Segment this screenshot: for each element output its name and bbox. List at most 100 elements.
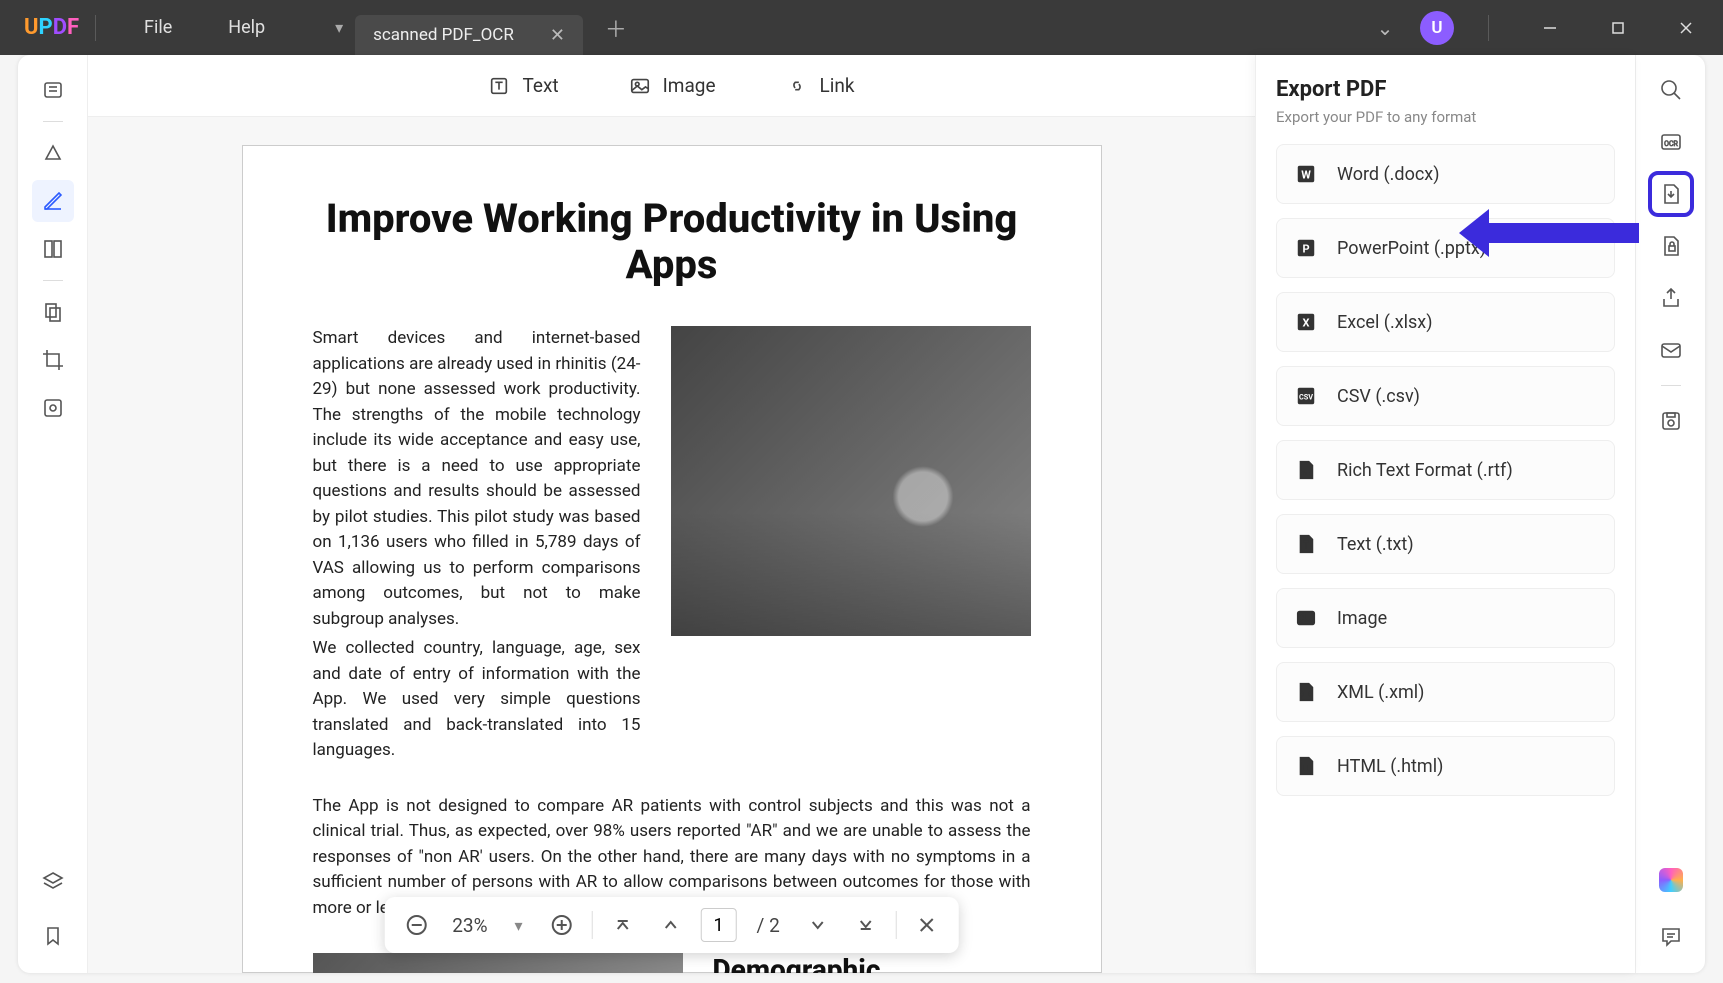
export-image-label: Image <box>1337 608 1387 629</box>
protect-icon[interactable] <box>1650 225 1692 267</box>
link-tool-button[interactable]: Link <box>786 74 855 97</box>
separator <box>592 911 593 939</box>
reader-mode-icon[interactable] <box>32 69 74 111</box>
close-bar-button[interactable] <box>909 907 945 943</box>
svg-text:P: P <box>1302 243 1309 256</box>
edit-toolbar: Text Image Link <box>88 55 1255 117</box>
crop-icon[interactable] <box>32 339 74 381</box>
first-page-button[interactable] <box>605 907 641 943</box>
txt-icon <box>1293 531 1319 557</box>
rtf-icon: RTF <box>1293 457 1319 483</box>
tab-dropdown[interactable]: ▾ <box>323 10 355 46</box>
doc-heading-2: Demographic Characteristics <box>713 953 1031 973</box>
highlight-icon[interactable] <box>32 132 74 174</box>
separator <box>43 280 63 281</box>
zoom-value: 23% <box>446 914 493 937</box>
comment-icon[interactable] <box>1650 915 1692 957</box>
page-controls-bar: 23% ▾ / 2 <box>384 897 959 953</box>
ai-assistant-icon[interactable] <box>1650 859 1692 901</box>
doc-paragraph-1a: Smart devices and internet-based applica… <box>313 326 641 632</box>
export-word[interactable]: W Word (.docx) <box>1276 144 1615 204</box>
export-powerpoint[interactable]: P PowerPoint (.pptx) <box>1276 218 1615 278</box>
image-tool-button[interactable]: Image <box>629 74 716 97</box>
export-html-label: HTML (.html) <box>1337 756 1443 777</box>
export-powerpoint-label: PowerPoint (.pptx) <box>1337 238 1486 259</box>
export-rtf-label: Rich Text Format (.rtf) <box>1337 460 1513 481</box>
tab-add-button[interactable]: ＋ <box>605 12 627 44</box>
export-title: Export PDF <box>1276 77 1615 102</box>
zoom-out-button[interactable] <box>398 907 434 943</box>
page-count: / 2 <box>749 914 788 937</box>
doc-title: Improve Working Productivity in Using Ap… <box>313 196 1031 288</box>
separator <box>1661 385 1681 386</box>
separator <box>1488 15 1489 41</box>
share-icon[interactable] <box>1650 277 1692 319</box>
export-txt[interactable]: Text (.txt) <box>1276 514 1615 574</box>
export-xml-label: XML (.xml) <box>1337 682 1424 703</box>
bookmark-icon[interactable] <box>32 915 74 957</box>
doc-paragraph-1b: We collected country, language, age, sex… <box>313 636 641 764</box>
powerpoint-icon: P <box>1293 235 1319 261</box>
tabstrip: ▾ scanned PDF_OCR ✕ ＋ <box>323 0 627 55</box>
last-page-button[interactable] <box>848 907 884 943</box>
csv-icon: CSV <box>1293 383 1319 409</box>
export-subtitle: Export your PDF to any format <box>1276 108 1615 126</box>
main-frame: Text Image Link Improve Working Producti… <box>18 55 1705 973</box>
separator <box>43 121 63 122</box>
export-html[interactable]: H HTML (.html) <box>1276 736 1615 796</box>
pdf-page: Improve Working Productivity in Using Ap… <box>242 145 1102 973</box>
tools-icon[interactable] <box>32 387 74 429</box>
svg-text:H: H <box>1303 764 1308 773</box>
export-excel[interactable]: X Excel (.xlsx) <box>1276 292 1615 352</box>
svg-text:CSV: CSV <box>1299 393 1313 402</box>
window-minimize-button[interactable] <box>1523 7 1577 49</box>
text-tool-label: Text <box>522 74 558 97</box>
xml-icon <box>1293 679 1319 705</box>
organize-pages-icon[interactable] <box>32 291 74 333</box>
menu-file[interactable]: File <box>116 17 200 38</box>
titlebar: UPDF File Help ▾ scanned PDF_OCR ✕ ＋ ⌄ U <box>0 0 1723 55</box>
export-csv[interactable]: CSVCSV (.csv) <box>1276 366 1615 426</box>
tab-close-button[interactable]: ✕ <box>550 25 565 46</box>
next-page-button[interactable] <box>800 907 836 943</box>
excel-icon: X <box>1293 309 1319 335</box>
word-icon: W <box>1293 161 1319 187</box>
doc-image-1 <box>671 326 1031 636</box>
page-viewport[interactable]: Improve Working Productivity in Using Ap… <box>88 117 1255 973</box>
tab-active[interactable]: scanned PDF_OCR ✕ <box>355 15 583 55</box>
document-area: Text Image Link Improve Working Producti… <box>88 55 1255 973</box>
save-icon[interactable] <box>1650 400 1692 442</box>
window-close-button[interactable] <box>1659 7 1713 49</box>
zoom-dropdown[interactable]: ▾ <box>506 916 532 935</box>
svg-text:W: W <box>1301 169 1311 182</box>
email-icon[interactable] <box>1650 329 1692 371</box>
export-rtf[interactable]: RTF Rich Text Format (.rtf) <box>1276 440 1615 500</box>
prev-page-button[interactable] <box>653 907 689 943</box>
doc-image-2 <box>313 953 683 973</box>
text-tool-button[interactable]: Text <box>488 74 558 97</box>
page-panel-icon[interactable] <box>32 228 74 270</box>
export-word-label: Word (.docx) <box>1337 164 1439 185</box>
separator <box>896 911 897 939</box>
export-pdf-icon[interactable] <box>1650 173 1692 215</box>
link-tool-label: Link <box>820 74 855 97</box>
chevron-down-icon[interactable]: ⌄ <box>1364 7 1406 49</box>
app-logo: UPDF <box>0 15 75 40</box>
menu-help[interactable]: Help <box>200 17 293 38</box>
ocr-icon[interactable]: OCR <box>1650 121 1692 163</box>
zoom-in-button[interactable] <box>544 907 580 943</box>
edit-text-icon[interactable] <box>32 180 74 222</box>
page-number-input[interactable] <box>701 908 737 942</box>
html-icon: H <box>1293 753 1319 779</box>
separator <box>95 15 96 41</box>
layers-icon[interactable] <box>32 861 74 903</box>
window-maximize-button[interactable] <box>1591 7 1645 49</box>
right-tool-rail: OCR <box>1635 55 1705 973</box>
search-icon[interactable] <box>1650 69 1692 111</box>
export-excel-label: Excel (.xlsx) <box>1337 312 1433 333</box>
svg-text:X: X <box>1303 317 1310 330</box>
export-image[interactable]: Image <box>1276 588 1615 648</box>
export-xml[interactable]: XML (.xml) <box>1276 662 1615 722</box>
user-avatar[interactable]: U <box>1420 11 1454 45</box>
svg-text:RTF: RTF <box>1300 470 1312 478</box>
